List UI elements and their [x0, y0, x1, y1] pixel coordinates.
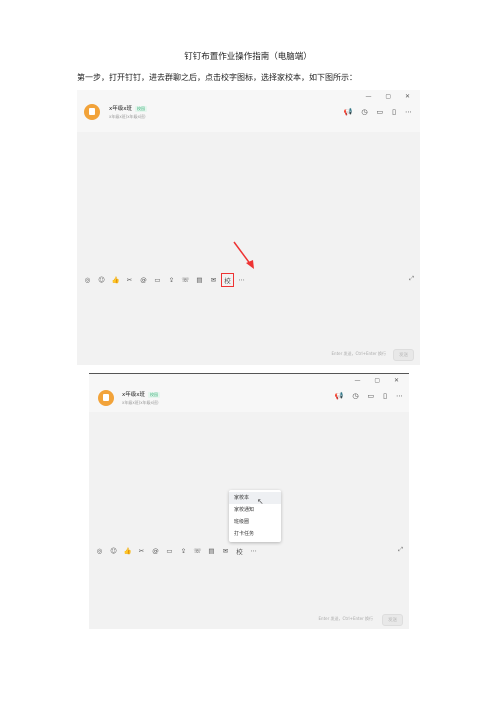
expand-icon[interactable]: ⤢ — [409, 275, 414, 283]
input-hint: Enter 发送，Ctrl+Enter 换行 — [318, 616, 373, 621]
menu-item-home-school-book[interactable]: 家校本 — [229, 492, 281, 504]
school-menu-popup: 家校本 家校通知 班级圈 打卡任务 — [229, 490, 281, 542]
window-controls[interactable]: — ▢ ✕ — [365, 93, 416, 100]
megaphone-icon[interactable]: 📢 — [335, 392, 344, 400]
red-arrow-annotation — [233, 241, 254, 269]
sticker-icon[interactable]: ◎ — [83, 276, 92, 284]
upload-icon[interactable]: ⇪ — [167, 276, 176, 284]
folder-icon[interactable]: ▭ — [165, 547, 174, 555]
school-icon[interactable]: 校 — [235, 546, 244, 556]
send-button[interactable]: 发送 — [393, 349, 414, 361]
phone-icon[interactable]: ☏ — [193, 547, 202, 555]
header-icons: 📢 ◷ ▭ ▯ ⋯ — [335, 392, 403, 400]
megaphone-icon[interactable]: 📢 — [344, 108, 353, 116]
file-icon[interactable]: ▯ — [392, 108, 396, 116]
school-icon[interactable]: 校 — [221, 273, 234, 287]
menu-item-checkin-task[interactable]: 打卡任务 — [229, 528, 281, 540]
clock-icon[interactable]: ◷ — [361, 108, 367, 116]
mail-icon[interactable]: ✉ — [221, 547, 230, 555]
group-avatar[interactable] — [84, 104, 100, 120]
step-one-text: 第一步，打开钉钉，进去群聊之后，点击校字图标，选择家校本，如下图所示： — [77, 73, 357, 82]
folder-icon[interactable]: ▭ — [368, 392, 375, 400]
emoji-icon[interactable]: ☺ — [109, 547, 118, 555]
screenshot-chat-window-2: x年级x班 校园 x年级x班(x年级x班) — ▢ ✕ 📢 ◷ ▭ ▯ ⋯ 家校本… — [89, 373, 409, 629]
thumb-icon[interactable]: 👍 — [123, 547, 132, 555]
mouse-cursor-icon: ↖ — [257, 497, 264, 506]
upload-icon[interactable]: ⇪ — [179, 547, 188, 555]
at-icon[interactable]: @ — [139, 276, 148, 284]
more-icon[interactable]: ⋯ — [249, 547, 258, 555]
thumb-icon[interactable]: 👍 — [111, 276, 120, 284]
menu-item-home-school-notice[interactable]: 家校通知 — [229, 504, 281, 516]
phone-icon[interactable]: ☏ — [181, 276, 190, 284]
at-icon[interactable]: @ — [151, 547, 160, 555]
group-tag: 校园 — [148, 392, 161, 398]
input-hint: Enter 发送，Ctrl+Enter 换行 — [331, 351, 386, 356]
window-controls[interactable]: — ▢ ✕ — [354, 377, 405, 384]
chat-header: x年级x班 校园 x年级x班(x年级x班) — ▢ ✕ 📢 ◷ ▭ ▯ ⋯ — [89, 374, 409, 412]
scissors-icon[interactable]: ✂ — [125, 276, 134, 284]
document-title: 钉钉布置作业操作指南（电脑端） — [184, 52, 312, 62]
scissors-icon[interactable]: ✂ — [137, 547, 146, 555]
header-icons: 📢 ◷ ▭ ▯ ⋯ — [344, 108, 412, 116]
sticker-icon[interactable]: ◎ — [95, 547, 104, 555]
folder-icon[interactable]: ▭ — [377, 108, 384, 116]
mail-icon[interactable]: ✉ — [209, 276, 218, 284]
more-icon[interactable]: ⋯ — [405, 108, 412, 116]
more-icon[interactable]: ⋯ — [396, 392, 403, 400]
file-icon[interactable]: ▯ — [383, 392, 387, 400]
group-name: x年级x班 校园 — [122, 392, 161, 398]
expand-icon[interactable]: ⤢ — [398, 546, 403, 554]
folder-icon[interactable]: ▭ — [153, 276, 162, 284]
clock-icon[interactable]: ◷ — [352, 392, 358, 400]
chat-header: x年级x班 校园 x年级x班(x年级x班) — ▢ ✕ 📢 ◷ ▭ ▯ ⋯ — [77, 90, 420, 132]
send-button[interactable]: 发送 — [382, 614, 403, 626]
group-name: x年级x班 校园 — [109, 106, 148, 112]
group-avatar[interactable] — [98, 390, 114, 406]
chat-toolbar: ◎ ☺ 👍 ✂ @ ▭ ⇪ ☏ ▤ ✉ 校 ⋯ — [83, 273, 420, 287]
chat-toolbar: ◎ ☺ 👍 ✂ @ ▭ ⇪ ☏ ▤ ✉ 校 ⋯ — [95, 546, 409, 556]
clipboard-icon[interactable]: ▤ — [207, 547, 216, 555]
menu-item-class-circle[interactable]: 班级圈 — [229, 516, 281, 528]
group-members: x年级x班(x年级x班) — [122, 400, 159, 405]
clipboard-icon[interactable]: ▤ — [195, 276, 204, 284]
screenshot-chat-window-1: x年级x班 校园 x年级x班(x年级x班) — ▢ ✕ 📢 ◷ ▭ ▯ ⋯ ◎ ☺… — [77, 90, 420, 365]
group-tag: 校园 — [135, 106, 148, 112]
emoji-icon[interactable]: ☺ — [97, 276, 106, 284]
group-members: x年级x班(x年级x班) — [109, 114, 146, 119]
more-icon[interactable]: ⋯ — [237, 276, 246, 284]
